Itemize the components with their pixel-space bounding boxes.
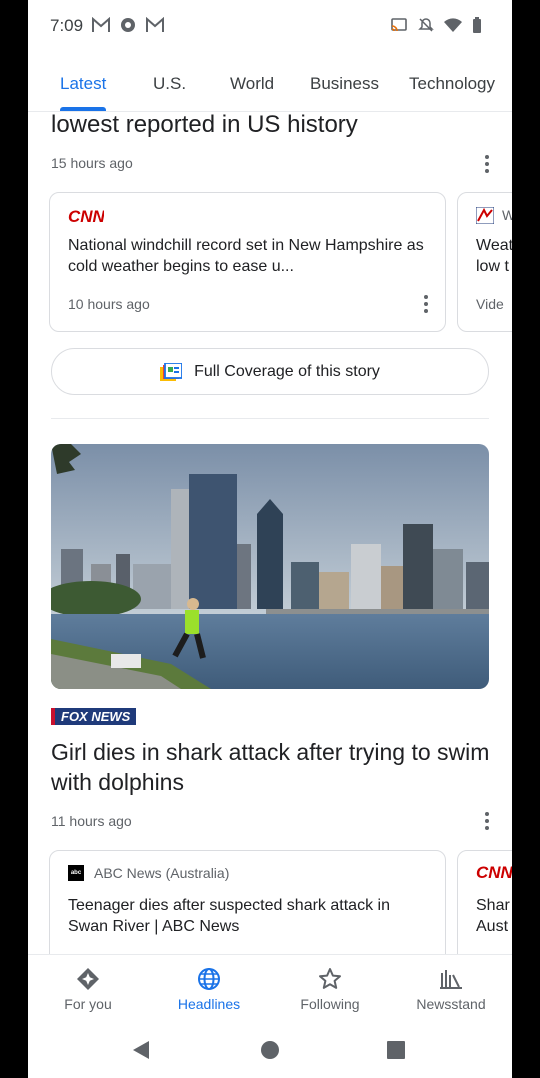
nav-label: Headlines — [177, 996, 241, 1012]
tab-technology[interactable]: Technology — [409, 74, 495, 94]
tab-world[interactable]: World — [230, 74, 274, 94]
related-article-label: Vide — [476, 296, 504, 312]
full-coverage-label: Full Coverage of this story — [194, 362, 380, 380]
battery-icon — [473, 17, 481, 33]
related-article-source: W — [502, 207, 512, 223]
active-tab-indicator — [60, 107, 106, 111]
cast-icon — [391, 18, 407, 32]
related-article-source: ABC News (Australia) — [94, 865, 230, 881]
story-time: 15 hours ago — [51, 155, 133, 171]
star-icon — [319, 968, 341, 989]
more-options-icon[interactable] — [475, 809, 499, 833]
screen-edge — [512, 0, 540, 1078]
more-options-icon[interactable] — [475, 152, 499, 176]
nav-for-you[interactable]: For you — [28, 955, 148, 1025]
system-navigation-bar — [28, 1024, 512, 1078]
nav-following[interactable]: Following — [270, 955, 390, 1025]
story-headline[interactable]: Girl dies in shark attack after trying t… — [51, 737, 491, 797]
back-icon[interactable] — [132, 1040, 150, 1060]
related-article-card[interactable]: W Weat low t Vide — [457, 192, 512, 332]
nav-label: For you — [64, 996, 112, 1012]
bottom-navigation: For you Headlines Following Newsstand — [28, 954, 512, 1024]
related-article-time: 10 hours ago — [68, 296, 150, 312]
app-notification-icon — [121, 18, 135, 32]
tab-us[interactable]: U.S. — [153, 74, 186, 94]
nav-label: Following — [300, 996, 360, 1012]
tab-business[interactable]: Business — [310, 74, 379, 94]
news-app-screen: 7:09 Latest U.S. World Business Technolo… — [28, 0, 512, 1078]
system-status-icons — [390, 17, 482, 33]
fox-news-logo-icon: FOX NEWS — [51, 708, 137, 726]
related-article-card[interactable]: CNN National windchill record set in New… — [49, 192, 446, 332]
cnn-logo-icon: CNN — [476, 863, 512, 882]
status-bar: 7:09 — [28, 0, 512, 52]
wifi-icon — [444, 18, 462, 32]
related-article-card[interactable]: abc ABC News (Australia) Teenager dies a… — [49, 850, 446, 954]
svg-text:CNN: CNN — [68, 207, 104, 224]
full-coverage-button[interactable]: Full Coverage of this story — [51, 348, 489, 395]
story-image[interactable] — [51, 444, 489, 689]
more-options-icon[interactable] — [414, 292, 438, 316]
gmail-icon — [92, 17, 110, 32]
story-time: 11 hours ago — [51, 813, 132, 829]
notification-icons — [92, 17, 164, 33]
related-article-card[interactable]: CNN Shar Aust — [457, 850, 512, 954]
newsstand-icon — [440, 970, 462, 989]
nav-newsstand[interactable]: Newsstand — [391, 955, 511, 1025]
globe-icon — [198, 968, 220, 990]
abc-news-logo-icon: abc — [68, 865, 84, 881]
section-tabs: Latest U.S. World Business Technology — [28, 52, 512, 112]
recents-icon[interactable] — [387, 1041, 405, 1059]
status-time: 7:09 — [50, 16, 84, 35]
nav-headlines[interactable]: Headlines — [149, 955, 269, 1025]
story-headline[interactable]: lowest reported in US history — [51, 112, 358, 139]
story-divider — [51, 418, 489, 419]
related-article-title: Shar Aust — [476, 897, 510, 935]
related-article-title: Teenager dies after suspected shark atta… — [68, 897, 390, 935]
tab-latest[interactable]: Latest — [60, 74, 106, 94]
full-coverage-icon — [160, 362, 183, 381]
nav-label: Newsstand — [416, 996, 486, 1012]
source-logo-icon — [476, 207, 494, 224]
do-not-disturb-icon — [418, 18, 434, 32]
gmail-icon — [146, 17, 164, 32]
news-feed[interactable]: lowest reported in US history 15 hours a… — [28, 112, 512, 954]
cnn-logo-icon: CNN — [68, 207, 104, 224]
related-article-title: National windchill record set in New Ham… — [68, 237, 424, 275]
related-article-title: Weat low t — [476, 237, 512, 275]
home-icon[interactable] — [260, 1040, 280, 1060]
for-you-icon — [77, 968, 99, 990]
